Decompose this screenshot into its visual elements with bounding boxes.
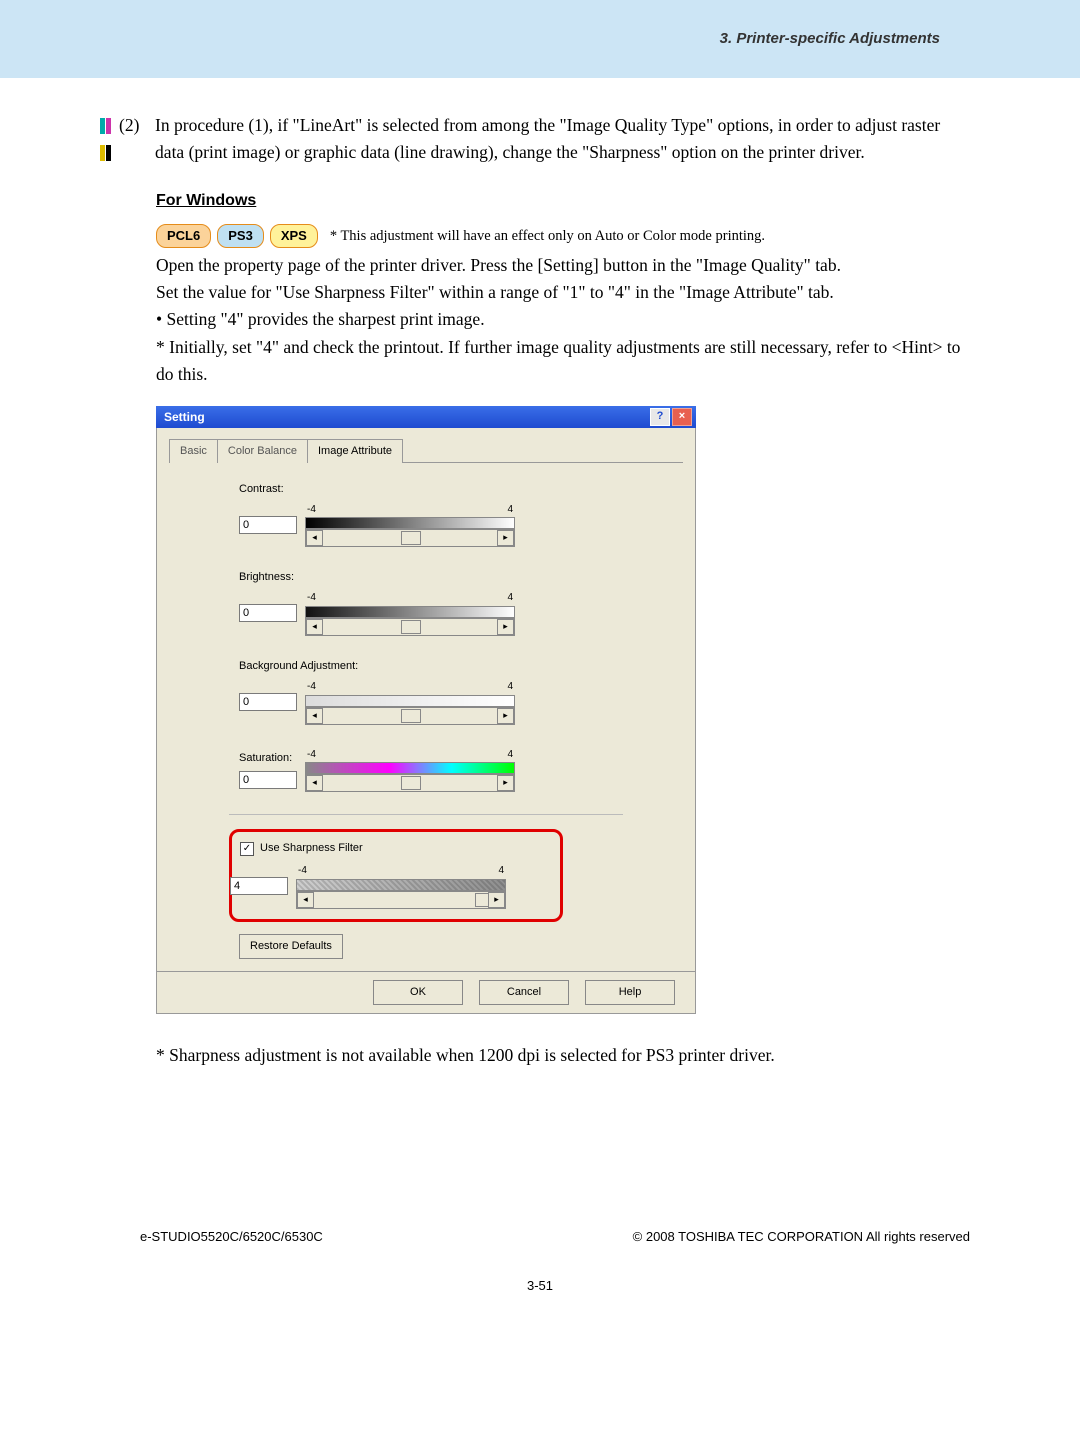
arrow-left-icon[interactable]: ◂ [306, 530, 323, 546]
slider-thumb[interactable] [401, 620, 421, 634]
cancel-button[interactable]: Cancel [479, 980, 569, 1005]
saturation-input[interactable] [239, 771, 297, 789]
sharpness-min: -4 [298, 863, 307, 879]
sharpness-check-label: Use Sharpness Filter [260, 840, 363, 857]
pill-xps: XPS [270, 224, 318, 248]
contrast-max: 4 [507, 502, 513, 518]
arrow-right-icon[interactable]: ▸ [497, 619, 514, 635]
after-note: * Sharpness adjustment is not available … [156, 1042, 970, 1069]
brightness-gradient [305, 606, 515, 618]
dialog-title: Setting [164, 408, 205, 427]
pill-note: * This adjustment will have an effect on… [330, 225, 765, 247]
saturation-min: -4 [307, 747, 316, 763]
setting-dialog: Setting ? × Basic Color Balance Image At… [156, 406, 696, 1014]
background-input[interactable] [239, 693, 297, 711]
help-button[interactable]: Help [585, 980, 675, 1005]
tab-image-attribute[interactable]: Image Attribute [307, 439, 403, 463]
brightness-label: Brightness: [239, 569, 683, 586]
contrast-min: -4 [307, 502, 316, 518]
dialog-tabs: Basic Color Balance Image Attribute [169, 438, 683, 463]
arrow-right-icon[interactable]: ▸ [497, 530, 514, 546]
brightness-input[interactable] [239, 604, 297, 622]
cmyk-marker-icon [100, 115, 113, 169]
background-gradient [305, 695, 515, 707]
saturation-label: Saturation: [239, 750, 297, 767]
help-icon[interactable]: ? [650, 408, 670, 426]
saturation-field: Saturation: -4 4 ◂ ▸ [239, 747, 683, 793]
background-max: 4 [507, 679, 513, 695]
brightness-max: 4 [507, 590, 513, 606]
saturation-gradient [305, 762, 515, 774]
sharpness-input[interactable] [230, 877, 288, 895]
brightness-slider[interactable]: ◂ ▸ [305, 618, 515, 636]
sharpness-slider[interactable]: ◂ ▸ [296, 891, 506, 909]
contrast-slider[interactable]: ◂ ▸ [305, 529, 515, 547]
background-label: Background Adjustment: [239, 658, 683, 675]
saturation-slider[interactable]: ◂ ▸ [305, 774, 515, 792]
background-field: Background Adjustment: -4 4 ◂ ▸ [239, 658, 683, 725]
sharpness-highlight: ✓ Use Sharpness Filter -4 4 ◂ [229, 829, 563, 922]
dialog-titlebar[interactable]: Setting ? × [156, 406, 696, 428]
brightness-field: Brightness: -4 4 ◂ ▸ [239, 569, 683, 636]
footer-copyright: © 2008 TOSHIBA TEC CORPORATION All right… [633, 1229, 970, 1244]
header-section-title: 3. Printer-specific Adjustments [720, 30, 940, 47]
sharpness-max: 4 [498, 863, 504, 879]
background-slider[interactable]: ◂ ▸ [305, 707, 515, 725]
windows-line1: Open the property page of the printer dr… [156, 252, 970, 279]
ok-button[interactable]: OK [373, 980, 463, 1005]
restore-defaults-button[interactable]: Restore Defaults [239, 934, 343, 959]
tab-basic[interactable]: Basic [169, 439, 218, 463]
footer-model: e-STUDIO5520C/6520C/6530C [140, 1229, 323, 1244]
pill-pcl6: PCL6 [156, 224, 211, 248]
pill-ps3: PS3 [217, 224, 264, 248]
contrast-field: Contrast: -4 4 ◂ ▸ [239, 481, 683, 548]
for-windows-heading: For Windows [156, 189, 970, 214]
slider-thumb[interactable] [401, 709, 421, 723]
windows-line2: Set the value for "Use Sharpness Filter"… [156, 279, 970, 306]
close-icon[interactable]: × [672, 408, 692, 426]
contrast-input[interactable] [239, 516, 297, 534]
slider-thumb[interactable] [401, 531, 421, 545]
arrow-left-icon[interactable]: ◂ [297, 892, 314, 908]
step-paragraph: In procedure (1), if "LineArt" is select… [155, 112, 970, 166]
sharpness-checkbox[interactable]: ✓ [240, 842, 254, 856]
brightness-min: -4 [307, 590, 316, 606]
arrow-left-icon[interactable]: ◂ [306, 619, 323, 635]
arrow-left-icon[interactable]: ◂ [306, 775, 323, 791]
separator [229, 814, 623, 815]
driver-pill-row: PCL6 PS3 XPS * This adjustment will have… [156, 224, 970, 248]
footer-page: 3-51 [0, 1278, 1080, 1293]
saturation-max: 4 [507, 747, 513, 763]
windows-bullet: • Setting "4" provides the sharpest prin… [156, 306, 970, 333]
background-min: -4 [307, 679, 316, 695]
arrow-left-icon[interactable]: ◂ [306, 708, 323, 724]
arrow-right-icon[interactable]: ▸ [497, 708, 514, 724]
tab-color-balance[interactable]: Color Balance [217, 439, 308, 463]
contrast-gradient [305, 517, 515, 529]
arrow-right-icon[interactable]: ▸ [488, 892, 505, 908]
arrow-right-icon[interactable]: ▸ [497, 775, 514, 791]
sharpness-gradient [296, 879, 506, 891]
dialog-button-row: OK Cancel Help [156, 972, 696, 1014]
slider-thumb[interactable] [401, 776, 421, 790]
step-number: (2) [119, 112, 155, 139]
windows-hint: * Initially, set "4" and check the print… [156, 334, 970, 388]
contrast-label: Contrast: [239, 481, 683, 498]
